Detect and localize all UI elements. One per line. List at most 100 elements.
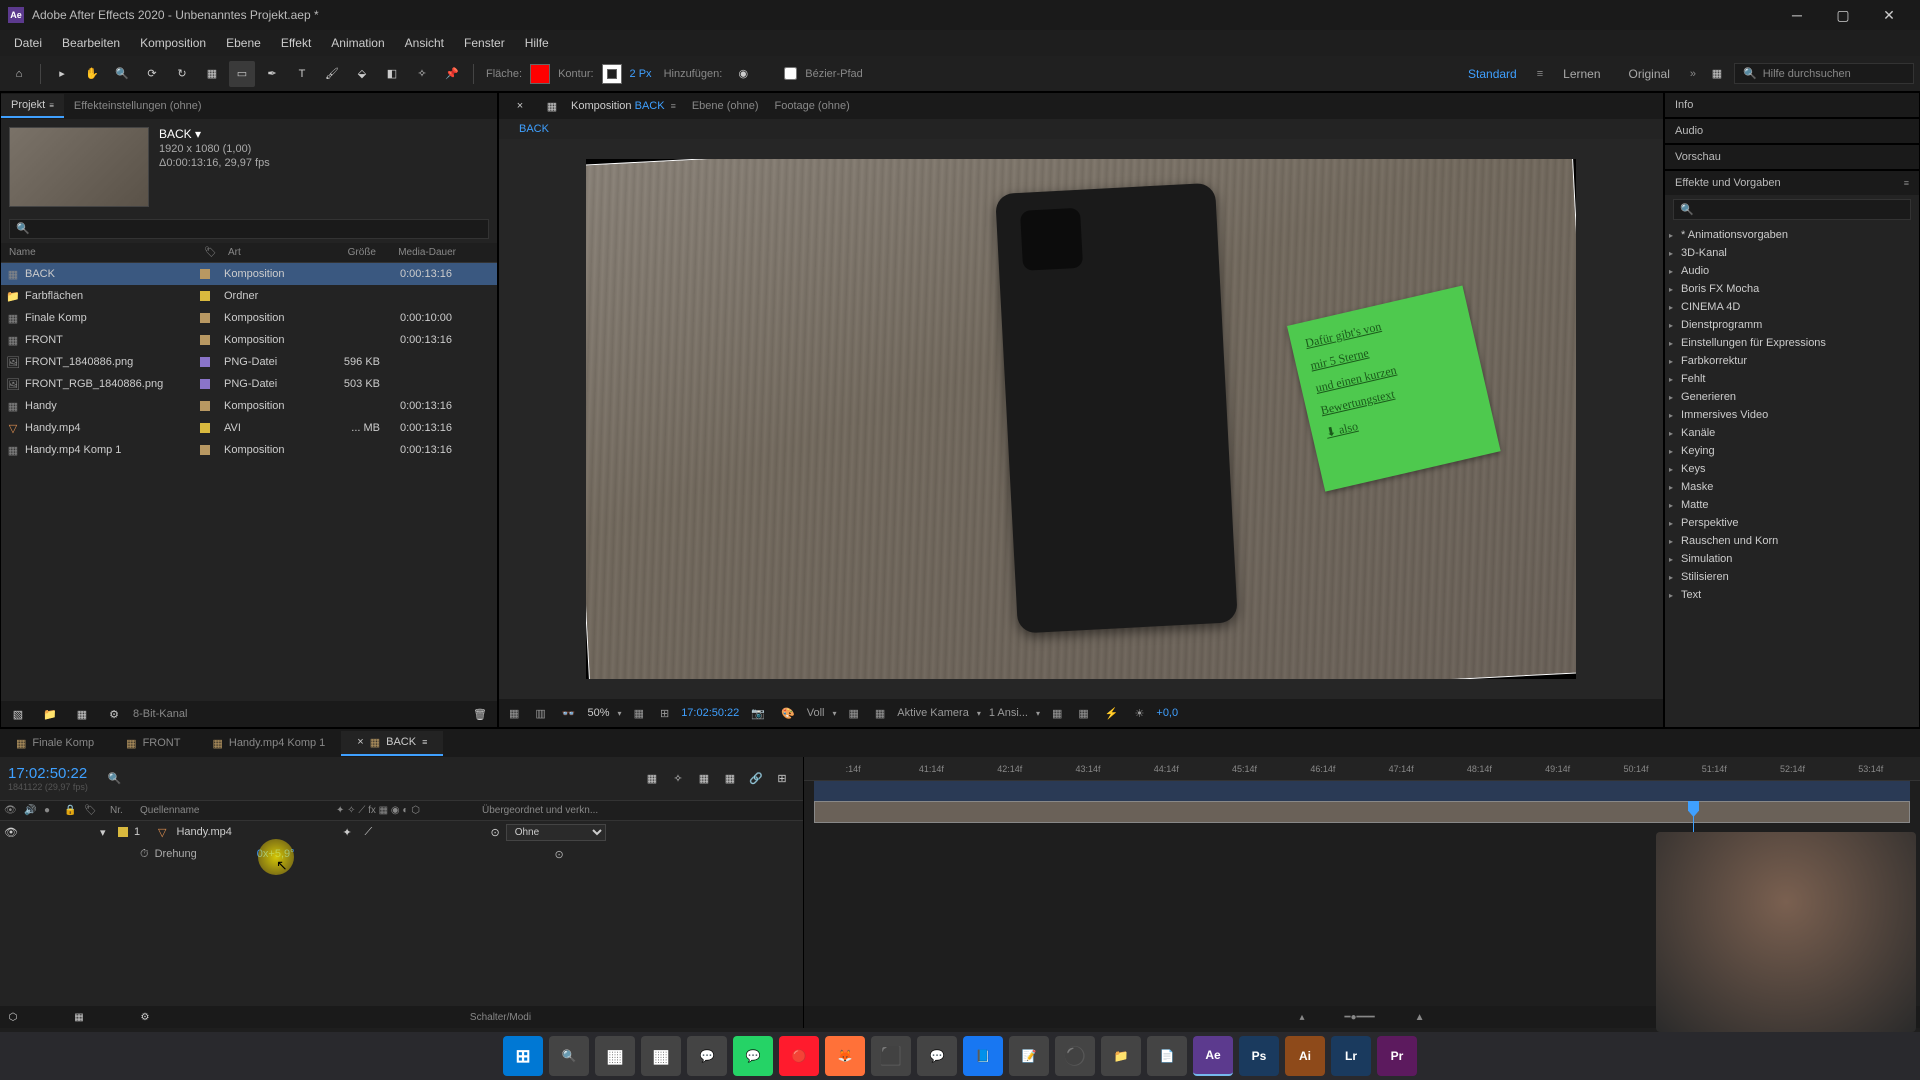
col-name[interactable]: Name [5,245,200,260]
timeline-ruler[interactable]: :14f41:14f42:14f43:14f44:14f45:14f46:14f… [804,757,1920,781]
more-workspaces-icon[interactable]: » [1690,68,1696,80]
zoom-tool-icon[interactable]: 🔍 [109,61,135,87]
taskbar-messenger[interactable]: 💬 [917,1036,957,1076]
effect-category[interactable]: ▸Immersives Video [1665,406,1919,424]
effect-category[interactable]: ▸Perspektive [1665,514,1919,532]
tl-icon-2[interactable]: ✧ [665,766,691,792]
mask-icon[interactable]: 👓 [558,705,580,722]
stroke-width-value[interactable]: 2 Px [630,68,652,80]
menu-animation[interactable]: Animation [321,32,394,54]
camera-tool-icon[interactable]: ▦ [199,61,225,87]
exposure-icon[interactable]: ☀ [1131,705,1149,722]
tl-icon-1[interactable]: ▦ [639,766,665,792]
quality-icon[interactable]: ✦ [342,826,358,839]
menu-komposition[interactable]: Komposition [130,32,216,54]
menu-datei[interactable]: Datei [4,32,52,54]
quality-dropdown[interactable]: Voll [807,707,825,719]
project-item[interactable]: ▦FRONT Komposition 0:00:13:16 [1,329,497,351]
comp-breadcrumb[interactable]: BACK [509,119,559,140]
tag-swatch[interactable] [200,335,210,345]
zoom-slider[interactable]: ━●━━━ [1345,1012,1375,1023]
sync-settings-icon[interactable]: ▦ [1704,61,1730,87]
effect-category[interactable]: ▸Farbkorrektur [1665,352,1919,370]
project-item[interactable]: ▦BACK Komposition 0:00:13:16 [1,263,497,285]
timeline-tab[interactable]: ▦ Finale Komp [0,732,110,755]
panel-preview[interactable]: Vorschau [1665,145,1919,169]
project-item[interactable]: ▦Handy.mp4 Komp 1 Komposition 0:00:13:16 [1,439,497,461]
effect-category[interactable]: ▸Matte [1665,496,1919,514]
project-item[interactable]: 📁Farbflächen Ordner [1,285,497,307]
timeline-current-time[interactable]: 17:02:50:22 [8,765,88,782]
adj-icon[interactable]: ⚙ [101,701,127,727]
col-dur[interactable]: Media-Dauer [380,245,460,260]
taskbar-opera[interactable]: 🔴 [779,1036,819,1076]
timeline-tab[interactable]: ▦ Handy.mp4 Komp 1 [196,732,341,755]
taskbar-explorer[interactable]: 📁 [1101,1036,1141,1076]
toggle-switches[interactable]: Schalter/Modi [198,1012,803,1023]
effect-category[interactable]: ▸* Animationsvorgaben [1665,226,1919,244]
taskbar-pr[interactable]: Pr [1377,1036,1417,1076]
views-dropdown[interactable]: 1 Ansi... [989,707,1028,719]
tag-swatch[interactable] [200,357,210,367]
composition-viewer[interactable]: Dafür gibt's vonmir 5 Sterneund einen ku… [499,139,1663,699]
icon-a[interactable]: ▦ [1048,705,1066,722]
timeline-layer-row[interactable]: 👁 ▾ 1 ▽ Handy.mp4 ✦ ⟋ ⊙ Ohne [0,821,803,843]
help-search[interactable]: 🔍 Hilfe durchsuchen [1734,63,1914,84]
stroke-color-swatch[interactable] [602,64,622,84]
color-mgmt-icon[interactable]: 🎨 [777,705,799,722]
type-tool-icon[interactable]: T [289,61,315,87]
eraser-tool-icon[interactable]: ◧ [379,61,405,87]
effect-category[interactable]: ▸Generieren [1665,388,1919,406]
prop-link-icon[interactable]: ⊙ [555,848,564,861]
grid-icon[interactable]: ⊞ [656,705,673,722]
effects-search-input[interactable]: 🔍 [1673,199,1911,220]
menu-ebene[interactable]: Ebene [216,32,271,54]
work-area[interactable] [814,781,1910,801]
fill-color-swatch[interactable] [530,64,550,84]
menu-fenster[interactable]: Fenster [454,32,515,54]
viewer-time[interactable]: 17:02:50:22 [681,707,739,719]
taskbar-ae[interactable]: Ae [1193,1036,1233,1076]
taskbar-widgets[interactable]: ▦ [641,1036,681,1076]
3d-icon[interactable]: ▦ [871,705,889,722]
new-comp-icon[interactable]: ▦ [69,701,95,727]
effect-category[interactable]: ▸3D-Kanal [1665,244,1919,262]
effect-category[interactable]: ▸Text [1665,586,1919,604]
timeline-search-icon[interactable]: 🔍 [108,773,122,785]
workspace-tab[interactable]: Standard [1456,63,1529,85]
zoom-level[interactable]: 50% [588,707,610,719]
panel-audio[interactable]: Audio [1665,119,1919,143]
layer-track-bar[interactable] [814,801,1910,823]
menu-effekt[interactable]: Effekt [271,32,321,54]
taskbar-search[interactable]: 🔍 [549,1036,589,1076]
effect-category[interactable]: ▸CINEMA 4D [1665,298,1919,316]
hand-tool-icon[interactable]: ✋ [79,61,105,87]
icon-b[interactable]: ▦ [1074,705,1092,722]
panel-info[interactable]: Info [1665,93,1919,117]
taskbar-teams[interactable]: 💬 [687,1036,727,1076]
bezier-checkbox[interactable] [784,67,797,80]
tl-icon-5[interactable]: 🔗 [743,766,769,792]
close-tab-icon[interactable]: × [507,93,533,119]
effect-category[interactable]: ▸Maske [1665,478,1919,496]
effect-category[interactable]: ▸Keying [1665,442,1919,460]
new-folder-icon[interactable]: 📁 [37,701,63,727]
res-icon[interactable]: ▦ [630,705,648,722]
effect-category[interactable]: ▸Boris FX Mocha [1665,280,1919,298]
panel-effects[interactable]: Effekte und Vorgaben≡ [1665,171,1919,195]
tl-foot-3[interactable]: ⚙ [132,1004,158,1030]
effect-category[interactable]: ▸Keys [1665,460,1919,478]
project-item[interactable]: ▽Handy.mp4 AVI ... MB 0:00:13:16 [1,417,497,439]
tab-layer[interactable]: Ebene (ohne) [684,100,767,112]
timeline-tab[interactable]: ×▦ BACK ≡ [341,731,443,756]
taskbar-tasks[interactable]: ▦ [595,1036,635,1076]
workspace-menu-icon[interactable]: ≡ [1537,68,1543,80]
tab-project[interactable]: Projekt≡ [1,94,64,118]
channel-icon[interactable]: ▥ [531,705,549,722]
tab-effect-controls[interactable]: Effekteinstellungen (ohne) [64,95,212,117]
learn-link[interactable]: Lernen [1551,63,1612,85]
layer-tag[interactable] [118,827,128,837]
effect-category[interactable]: ▸Audio [1665,262,1919,280]
tag-swatch[interactable] [200,291,210,301]
fast-preview-icon[interactable]: ⚡ [1101,705,1123,722]
